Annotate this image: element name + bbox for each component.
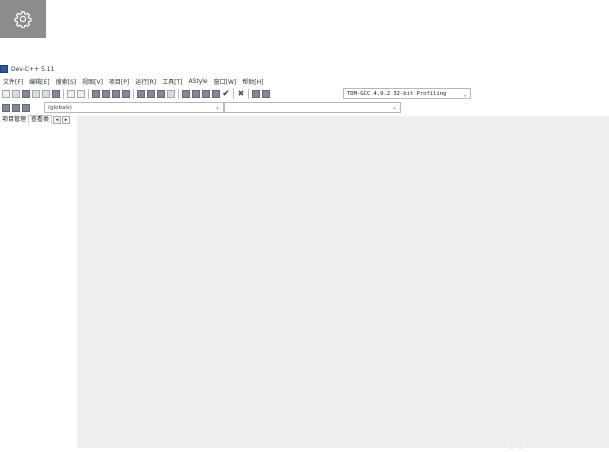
menu-file[interactable]: 文件[F] <box>0 77 26 86</box>
close-file-icon[interactable] <box>42 89 50 98</box>
compiler-select[interactable]: TDM-GCC 4.9.2 32-bit Profiling ⌄ <box>343 88 471 99</box>
toolbar-separator <box>178 88 179 99</box>
redo-icon[interactable] <box>77 89 85 98</box>
chevron-down-icon: ⌄ <box>214 104 220 111</box>
tab-class-browser[interactable]: 查看类 <box>28 115 53 124</box>
gear-icon <box>14 11 32 28</box>
save-all-icon[interactable] <box>32 89 40 98</box>
menu-window[interactable]: 窗口[W] <box>211 77 240 86</box>
syntax-check-icon[interactable]: ✔ <box>222 89 230 98</box>
print-icon[interactable] <box>52 89 60 98</box>
menu-view[interactable]: 视图[V] <box>79 77 106 86</box>
menu-run[interactable]: 运行[R] <box>132 77 159 86</box>
app-icon <box>0 65 8 73</box>
profile-icon[interactable] <box>262 89 270 98</box>
window-title: Dev-C++ 5.11 <box>11 65 55 73</box>
chevron-down-icon: ⌄ <box>391 104 397 111</box>
settings-tile[interactable] <box>0 0 46 38</box>
project-options-icon[interactable] <box>167 89 175 98</box>
tab-next-icon[interactable]: ▸ <box>62 115 71 124</box>
devcpp-window: Dev-C++ 5.11 文件[F] 编辑[E] 搜索[S] 视图[V] 项目[… <box>0 64 609 448</box>
scope-select[interactable]: (globals) ⌄ <box>44 102 224 113</box>
find-icon[interactable] <box>92 89 100 98</box>
function-select[interactable]: ⌄ <box>224 102 401 113</box>
menu-search[interactable]: 搜索[S] <box>53 77 80 86</box>
menu-help[interactable]: 帮助[H] <box>239 77 266 86</box>
debug-icon[interactable] <box>252 89 260 98</box>
tab-project-manager[interactable]: 项目管理 <box>0 116 28 124</box>
save-icon[interactable] <box>22 89 30 98</box>
open-file-icon[interactable] <box>12 89 20 98</box>
chevron-down-icon: ⌄ <box>463 91 467 98</box>
rebuild-all-icon[interactable] <box>212 89 220 98</box>
main-toolbar: ✔ ✖ <box>2 87 270 100</box>
undo-icon[interactable] <box>67 89 75 98</box>
toolbar-separator <box>88 88 89 99</box>
toolbar-separator <box>233 88 234 99</box>
watermark-logo: ⦿⦿ <box>505 437 527 451</box>
new-project-icon[interactable] <box>137 89 145 98</box>
toggle-bookmark-icon[interactable] <box>12 103 20 112</box>
menu-bar: 文件[F] 编辑[E] 搜索[S] 视图[V] 项目[P] 运行[R] 工具[T… <box>0 76 266 86</box>
menu-edit[interactable]: 编辑[E] <box>26 77 52 86</box>
menu-project[interactable]: 项目[P] <box>106 77 132 86</box>
stop-execution-icon[interactable]: ✖ <box>237 89 245 98</box>
goto-line-icon[interactable] <box>122 89 130 98</box>
remove-from-project-icon[interactable] <box>157 89 165 98</box>
tab-prev-icon[interactable]: ◂ <box>53 115 62 124</box>
goto-bookmark-icon[interactable] <box>22 103 30 112</box>
compiler-select-value: TDM-GCC 4.9.2 32-bit Profiling <box>347 91 447 97</box>
insert-icon[interactable] <box>2 103 10 112</box>
scope-select-value: (globals) <box>48 105 72 111</box>
toolbar-separator <box>248 88 249 99</box>
replace-icon[interactable] <box>102 89 110 98</box>
secondary-toolbar <box>2 102 30 113</box>
menu-tools[interactable]: 工具[T] <box>159 77 185 86</box>
run-icon[interactable] <box>192 89 200 98</box>
new-file-icon[interactable] <box>2 89 10 98</box>
find-next-icon[interactable] <box>112 89 120 98</box>
toolbar-separator <box>133 88 134 99</box>
side-panel-tabs: 项目管理 查看类 ◂ ▸ <box>0 115 71 124</box>
title-bar: Dev-C++ 5.11 <box>0 64 54 74</box>
compile-icon[interactable] <box>182 89 190 98</box>
compile-run-icon[interactable] <box>202 89 210 98</box>
toolbar-separator <box>63 88 64 99</box>
menu-astyle[interactable]: AStyle <box>185 78 210 85</box>
add-to-project-icon[interactable] <box>147 89 155 98</box>
editor-area[interactable] <box>77 116 609 448</box>
